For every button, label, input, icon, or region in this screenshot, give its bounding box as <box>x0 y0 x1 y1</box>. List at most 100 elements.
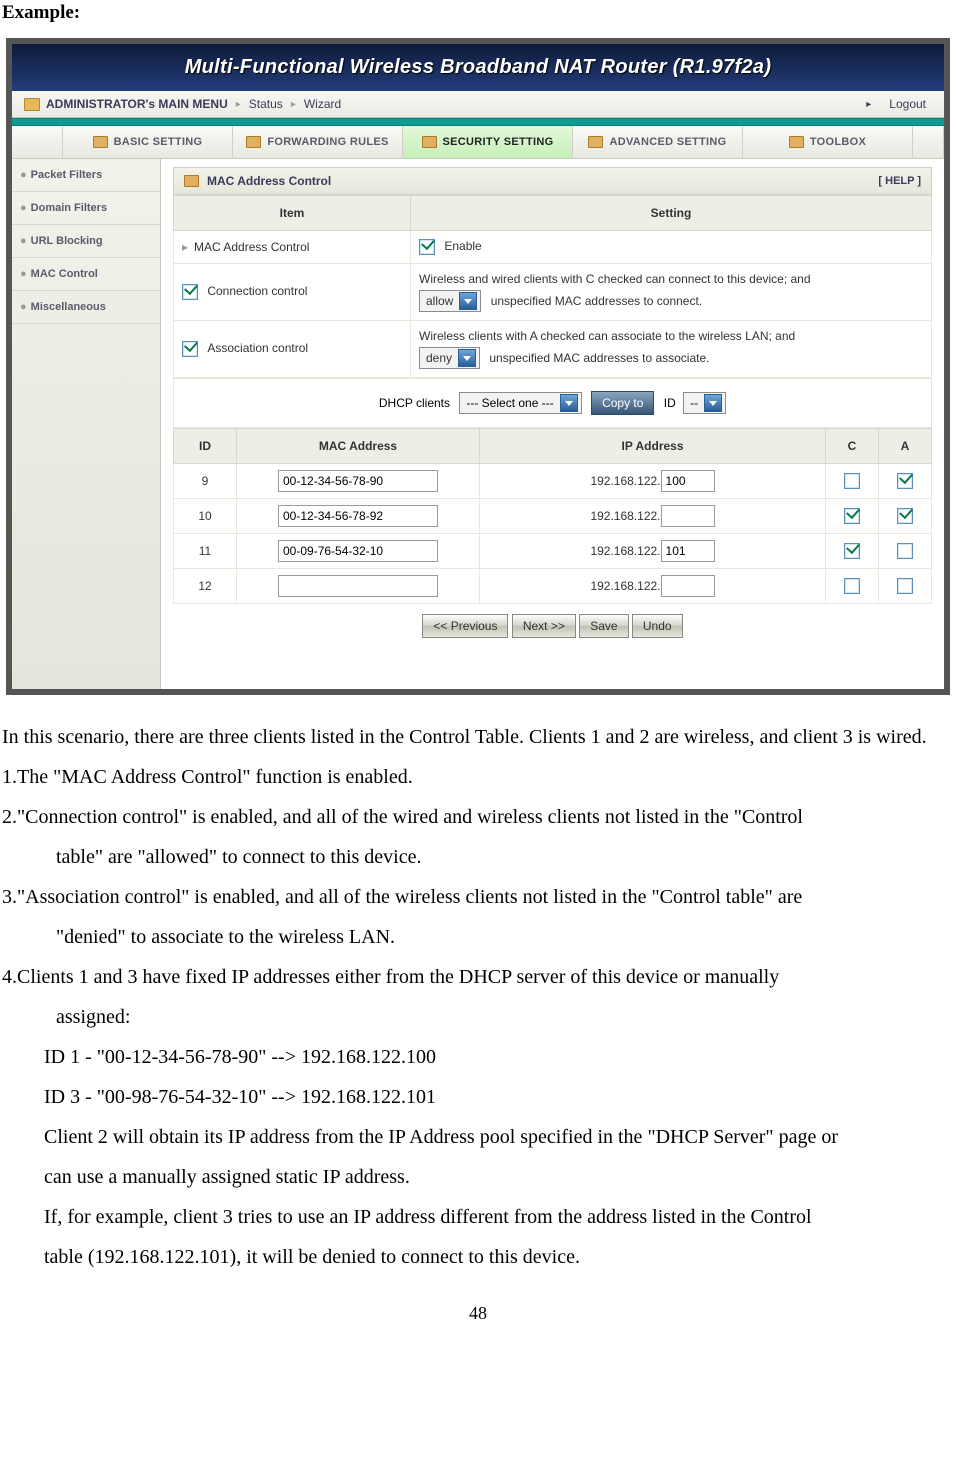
mac-input[interactable] <box>278 505 438 527</box>
connection-control-text2: unspecified MAC addresses to connect. <box>491 294 702 308</box>
association-control-checkbox[interactable] <box>182 341 198 357</box>
connection-control-checkbox[interactable] <box>182 284 198 300</box>
c-checkbox[interactable] <box>844 543 860 559</box>
chevron-down-icon <box>459 292 477 310</box>
control-table: ID MAC Address IP Address C A 9192.168.1… <box>173 428 932 604</box>
page-number: 48 <box>0 1277 956 1324</box>
help-link[interactable]: [ HELP ] <box>878 175 921 187</box>
sidebar-item-mac-control[interactable]: ●MAC Control <box>12 258 160 291</box>
th-setting: Setting <box>411 196 932 231</box>
ip-input[interactable] <box>661 505 715 527</box>
cell-ip: 192.168.122. <box>480 569 826 604</box>
connection-allow-select[interactable]: allow <box>419 290 481 312</box>
prose-p6: ID 3 - "00-98-76-54-32-10" --> 192.168.1… <box>2 1077 952 1117</box>
main-panel: MAC Address Control [ HELP ] Item Settin… <box>161 159 944 689</box>
config-table: Item Setting ▸MAC Address Control Enable <box>173 195 932 378</box>
association-control-text2: unspecified MAC addresses to associate. <box>489 351 709 365</box>
tab-security-setting[interactable]: SECURITY SETTING <box>403 126 573 158</box>
sidebar-item-miscellaneous[interactable]: ●Miscellaneous <box>12 291 160 324</box>
sidebar-item-url-blocking[interactable]: ●URL Blocking <box>12 225 160 258</box>
chevron-right-icon: ▸ <box>291 99 296 110</box>
table-row: 10192.168.122. <box>174 499 932 534</box>
connection-control-label: Connection control <box>207 284 307 298</box>
c-checkbox[interactable] <box>844 473 860 489</box>
prose-p7a: Client 2 will obtain its IP address from… <box>2 1117 952 1157</box>
prose-p3b: "denied" to associate to the wireless LA… <box>2 917 952 957</box>
th-id: ID <box>174 429 237 464</box>
dhcp-clients-row: DHCP clients --- Select one --- Copy to … <box>173 378 932 428</box>
prose-p0: In this scenario, there are three client… <box>2 717 952 757</box>
prose-p4b: assigned: <box>2 997 952 1037</box>
cell-ip: 192.168.122. <box>480 464 826 499</box>
th-c: C <box>826 429 879 464</box>
chevron-right-icon: ▸ <box>866 99 871 110</box>
body-text: In this scenario, there are three client… <box>0 695 956 1277</box>
ip-input[interactable] <box>661 540 715 562</box>
association-control-text1: Wireless clients with A checked can asso… <box>419 329 923 343</box>
cell-ip: 192.168.122. <box>480 499 826 534</box>
table-row: 12 192.168.122. <box>174 569 932 604</box>
tab-toolbox[interactable]: TOOLBOX <box>743 126 913 158</box>
table-row: 11192.168.122. <box>174 534 932 569</box>
folder-icon <box>246 136 261 148</box>
dhcp-client-select[interactable]: --- Select one --- <box>459 392 581 414</box>
prose-p4: 4.Clients 1 and 3 have fixed IP addresse… <box>2 957 952 997</box>
dhcp-label: DHCP clients <box>379 396 450 410</box>
th-a: A <box>879 429 932 464</box>
sidebar-item-domain-filters[interactable]: ●Domain Filters <box>12 192 160 225</box>
tab-forwarding-rules[interactable]: FORWARDING RULES <box>233 126 403 158</box>
prose-p7b: can use a manually assigned static IP ad… <box>2 1157 952 1197</box>
connection-control-text1: Wireless and wired clients with C checke… <box>419 272 923 286</box>
sidebar-item-packet-filters[interactable]: ●Packet Filters <box>12 159 160 192</box>
mac-input[interactable] <box>278 470 438 492</box>
mac-input[interactable] <box>278 575 438 597</box>
admin-menu-label[interactable]: ADMINISTRATOR's MAIN MENU <box>46 97 228 111</box>
ip-input[interactable] <box>661 575 715 597</box>
a-checkbox[interactable] <box>897 508 913 524</box>
a-checkbox[interactable] <box>897 473 913 489</box>
folder-icon <box>789 136 804 148</box>
c-checkbox[interactable] <box>844 578 860 594</box>
sidebar: ●Packet Filters ●Domain Filters ●URL Blo… <box>12 159 161 689</box>
c-checkbox[interactable] <box>844 508 860 524</box>
mac-input[interactable] <box>278 540 438 562</box>
menu-wizard[interactable]: Wizard <box>304 97 341 111</box>
dhcp-id-label: ID <box>664 396 676 410</box>
menu-logout[interactable]: Logout <box>889 97 926 111</box>
th-item: Item <box>174 196 411 231</box>
window-title: Multi-Functional Wireless Broadband NAT … <box>12 44 944 91</box>
next-button[interactable]: Next >> <box>512 614 576 638</box>
prose-p8b: table (192.168.122.101), it will be deni… <box>2 1237 952 1277</box>
previous-button[interactable]: << Previous <box>422 614 508 638</box>
enable-label: Enable <box>444 239 481 253</box>
prose-p2: 2."Connection control" is enabled, and a… <box>2 797 952 837</box>
th-mac: MAC Address <box>237 429 480 464</box>
prose-p1: 1.The "MAC Address Control" function is … <box>2 757 952 797</box>
a-checkbox[interactable] <box>897 578 913 594</box>
prose-p2b: table" are "allowed" to connect to this … <box>2 837 952 877</box>
folder-icon <box>422 136 437 148</box>
dhcp-id-select[interactable]: -- <box>683 392 726 414</box>
a-checkbox[interactable] <box>897 543 913 559</box>
menu-status[interactable]: Status <box>249 97 283 111</box>
action-bar: << Previous Next >> Save Undo <box>173 604 932 642</box>
tab-basic-setting[interactable]: BASIC SETTING <box>63 126 233 158</box>
save-button[interactable]: Save <box>579 614 628 638</box>
enable-checkbox[interactable] <box>419 239 435 255</box>
router-screenshot: Multi-Functional Wireless Broadband NAT … <box>6 38 950 695</box>
association-deny-select[interactable]: deny <box>419 347 480 369</box>
association-control-label: Association control <box>207 341 308 355</box>
prose-p5: ID 1 - "00-12-34-56-78-90" --> 192.168.1… <box>2 1037 952 1077</box>
tab-advanced-setting[interactable]: ADVANCED SETTING <box>573 126 743 158</box>
cfg-row1-item: ▸MAC Address Control <box>174 231 411 264</box>
copy-to-button[interactable]: Copy to <box>591 391 654 415</box>
panel-header: MAC Address Control [ HELP ] <box>173 167 932 195</box>
undo-button[interactable]: Undo <box>632 614 683 638</box>
folder-icon <box>588 136 603 148</box>
chevron-right-icon: ▸ <box>236 99 241 110</box>
cell-id: 12 <box>174 569 237 604</box>
panel-title: MAC Address Control <box>207 174 331 188</box>
tab-bar: BASIC SETTING FORWARDING RULES SECURITY … <box>12 126 944 159</box>
ip-input[interactable] <box>661 470 715 492</box>
folder-icon <box>93 136 108 148</box>
